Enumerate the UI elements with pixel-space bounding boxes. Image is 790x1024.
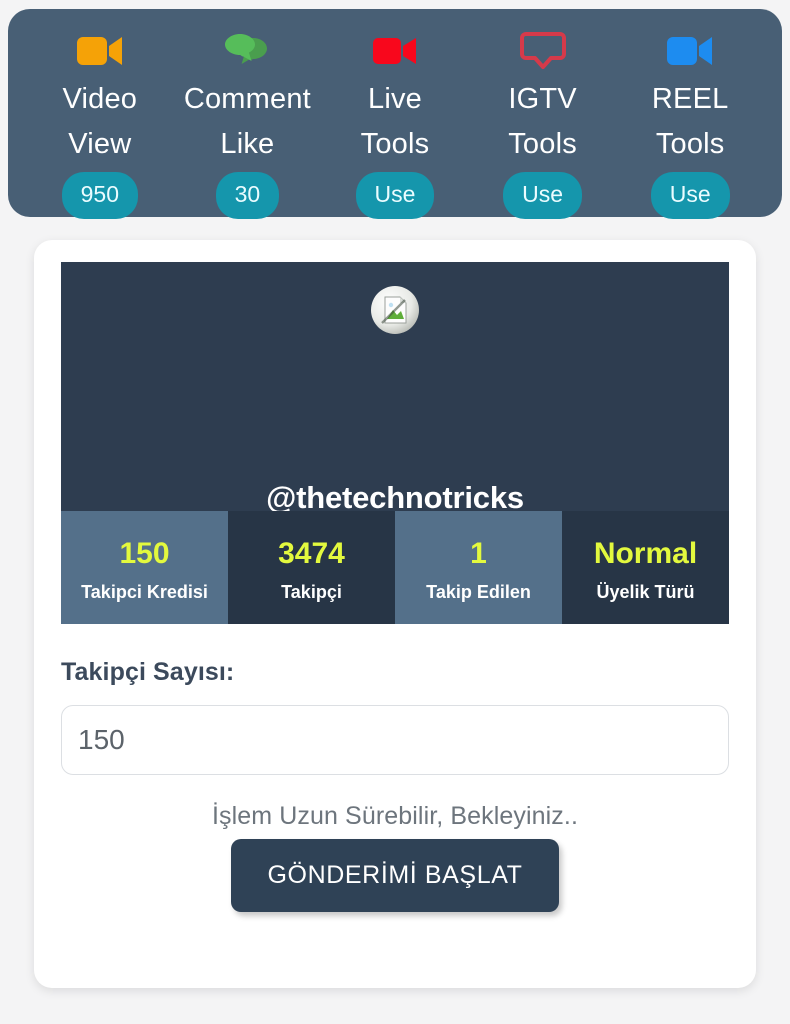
tool-label-line2: View (68, 128, 132, 160)
main-card: @thetechnotricks 150 Takipci Kredisi 347… (34, 240, 756, 988)
processing-notice: İşlem Uzun Sürebilir, Bekleyiniz.. (211, 802, 579, 830)
tool-label-line1: Video (62, 83, 138, 115)
video-camera-icon (76, 31, 124, 71)
stat-label: Takipci Kredisi (81, 582, 208, 603)
tool-live-tools[interactable]: Live Tools Use (328, 31, 462, 219)
broken-image-placeholder-icon (378, 293, 412, 327)
tool-comment-like[interactable]: Comment Like 30 (180, 31, 314, 219)
avatar (371, 286, 419, 334)
tool-pill-reel-tools[interactable]: Use (650, 172, 730, 219)
app-root: Video View 950 Comment Like 30 Live Tool… (0, 0, 790, 1024)
stat-value: 3474 (278, 536, 345, 570)
tool-pill-video-view[interactable]: 950 (61, 172, 138, 219)
tool-video-view[interactable]: Video View 950 (33, 31, 167, 219)
stat-uyelik-turu: Normal Üyelik Türü (562, 511, 729, 624)
start-submission-button[interactable]: GÖNDERİMİ BAŞLAT (231, 839, 559, 912)
stat-takip-edilen: 1 Takip Edilen (395, 511, 562, 624)
tool-reel-tools[interactable]: REEL Tools Use (623, 31, 757, 219)
igtv-tv-icon (519, 31, 566, 71)
tool-igtv-tools[interactable]: IGTV Tools Use (476, 31, 610, 219)
stat-label: Üyelik Türü (596, 582, 695, 603)
stat-takipci-kredisi: 150 Takipci Kredisi (61, 511, 228, 624)
submit-row: GÖNDERİMİ BAŞLAT (61, 839, 729, 912)
tool-label-line2: Tools (655, 128, 725, 160)
tool-pill-igtv-tools[interactable]: Use (503, 172, 583, 219)
stat-label: Takipçi (281, 582, 342, 603)
tool-pill-live-tools[interactable]: Use (355, 172, 435, 219)
tool-label-line1: REEL (651, 83, 729, 115)
profile-panel: @thetechnotricks 150 Takipci Kredisi 347… (61, 262, 729, 624)
tool-label-line2: Like (220, 128, 275, 160)
profile-stats: 150 Takipci Kredisi 3474 Takipçi 1 Takip… (61, 511, 729, 624)
stat-label: Takip Edilen (426, 582, 531, 603)
live-video-camera-icon (372, 31, 418, 71)
stat-value: 150 (119, 536, 170, 570)
reel-video-camera-icon (666, 31, 714, 71)
stat-takipci: 3474 Takipçi (228, 511, 395, 624)
comment-bubbles-icon (223, 31, 271, 71)
tool-label-line1: Live (367, 83, 422, 115)
tool-label-line1: Comment (183, 83, 311, 115)
tool-label-line2: Tools (360, 128, 430, 160)
follower-count-label: Takipçi Sayısı: (61, 658, 235, 686)
stat-value: 1 (470, 536, 487, 570)
tool-label-line2: Tools (508, 128, 577, 160)
tool-pill-comment-like[interactable]: 30 (215, 172, 280, 219)
follower-count-input[interactable] (61, 705, 729, 775)
tools-toolbar: Video View 950 Comment Like 30 Live Tool… (8, 9, 782, 219)
tool-label-line1: IGTV (508, 83, 577, 115)
stat-value: Normal (593, 536, 698, 570)
